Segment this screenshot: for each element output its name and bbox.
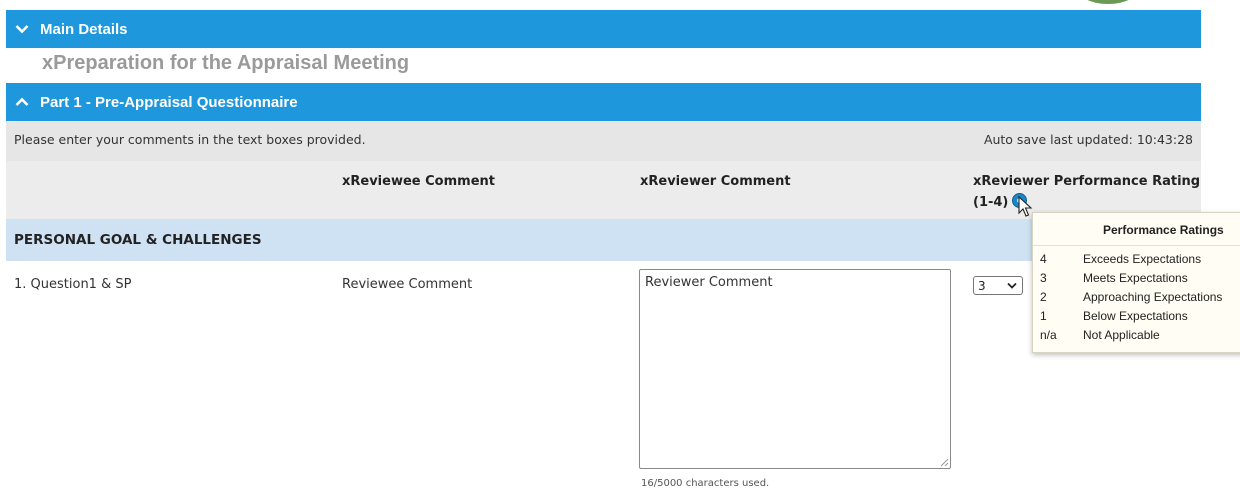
rating-code: n/a bbox=[1040, 328, 1057, 342]
chevron-down-icon bbox=[1007, 282, 1017, 289]
column-header-reviewee: xReviewee Comment bbox=[342, 174, 495, 189]
rating-description: Below Expectations bbox=[1083, 309, 1188, 323]
instructions-text: Please enter your comments in the text b… bbox=[14, 132, 366, 147]
question-label: 1. Question1 & SP bbox=[14, 277, 132, 292]
rating-code: 4 bbox=[1040, 252, 1047, 266]
tooltip-header: Performance Ratings bbox=[1033, 213, 1240, 246]
reviewee-comment: Reviewee Comment bbox=[342, 277, 473, 292]
column-header-rating: xReviewer Performance Rating (1-4) bbox=[973, 171, 1201, 213]
character-count: 16/5000 characters used. bbox=[641, 478, 770, 489]
reviewer-comment-textarea[interactable]: Reviewer Comment bbox=[639, 269, 951, 469]
category-label: PERSONAL GOAL & CHALLENGES bbox=[14, 232, 262, 248]
rating-select[interactable]: 3 bbox=[973, 276, 1023, 295]
rating-description: Approaching Expectations bbox=[1083, 290, 1223, 304]
page-title: xPreparation for the Appraisal Meeting bbox=[42, 52, 410, 74]
rating-description: Meets Expectations bbox=[1083, 271, 1188, 285]
logo-fragment bbox=[1076, 0, 1140, 4]
main-details-section-header[interactable]: Main Details bbox=[6, 10, 1201, 48]
column-header-rating-label: xReviewer Performance Rating (1-4) bbox=[973, 174, 1201, 210]
rating-code: 1 bbox=[1040, 309, 1047, 323]
category-row: PERSONAL GOAL & CHALLENGES bbox=[6, 219, 1201, 261]
chevron-up-icon bbox=[14, 94, 30, 110]
part1-label: Part 1 - Pre-Appraisal Questionnaire bbox=[40, 93, 298, 111]
rating-description: Not Applicable bbox=[1083, 328, 1160, 342]
info-bar: Please enter your comments in the text b… bbox=[6, 121, 1201, 161]
tooltip-title: Performance Ratings bbox=[1103, 223, 1224, 237]
chevron-down-icon bbox=[14, 21, 30, 37]
rating-code: 3 bbox=[1040, 271, 1047, 285]
autosave-status: Auto save last updated: 10:43:28 bbox=[983, 132, 1193, 147]
mouse-cursor-icon bbox=[1018, 196, 1033, 217]
resize-grip-icon[interactable] bbox=[938, 456, 949, 467]
rating-description: Exceeds Expectations bbox=[1083, 252, 1202, 266]
rating-selected-value: 3 bbox=[978, 278, 986, 293]
part1-section-header[interactable]: Part 1 - Pre-Appraisal Questionnaire bbox=[6, 83, 1201, 121]
performance-ratings-tooltip: Performance Ratings 4 Exceeds Expectatio… bbox=[1032, 212, 1240, 353]
main-details-label: Main Details bbox=[40, 20, 128, 38]
rating-code: 2 bbox=[1040, 290, 1047, 304]
column-header-reviewer: xReviewer Comment bbox=[640, 174, 791, 189]
